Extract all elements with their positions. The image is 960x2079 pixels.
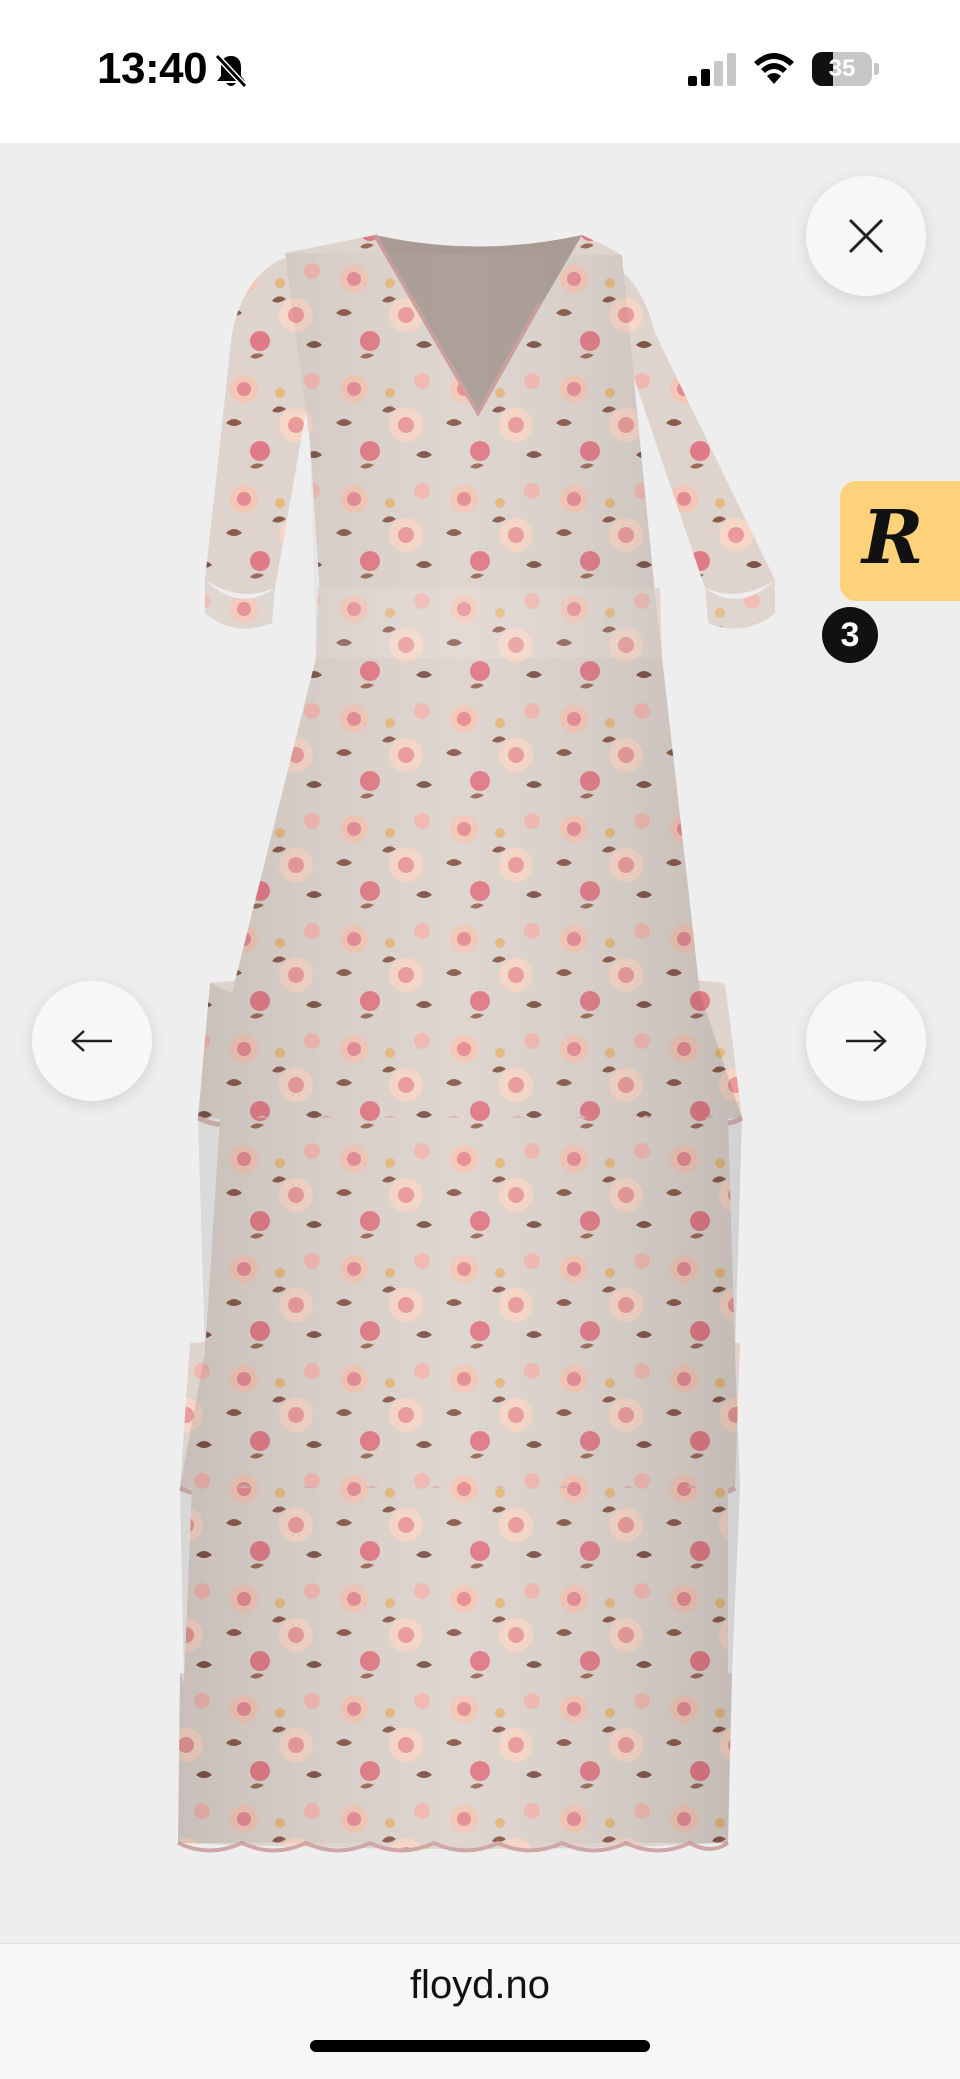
rewards-badge-count: 3 (822, 607, 878, 663)
wifi-icon (754, 53, 794, 84)
arrow-right-icon (846, 1030, 887, 1052)
cellular-signal-icon (688, 53, 736, 86)
url-text[interactable]: floyd.no (0, 1963, 960, 2008)
arrow-left-icon (71, 1030, 112, 1052)
close-button[interactable] (806, 176, 926, 296)
next-image-button[interactable] (806, 981, 926, 1101)
bell-slash-icon (214, 53, 248, 89)
rewards-widget-button[interactable]: R (840, 481, 960, 601)
home-indicator[interactable] (310, 2040, 650, 2052)
battery-level: 35 (828, 55, 856, 82)
status-time: 13:40 (97, 44, 208, 93)
product-image-viewer[interactable] (0, 143, 960, 1943)
rewards-logo: R (862, 495, 924, 581)
previous-image-button[interactable] (32, 981, 152, 1101)
battery-icon: 35 (812, 52, 880, 86)
close-icon (848, 218, 884, 254)
status-bar: 13:40 35 (0, 0, 960, 143)
